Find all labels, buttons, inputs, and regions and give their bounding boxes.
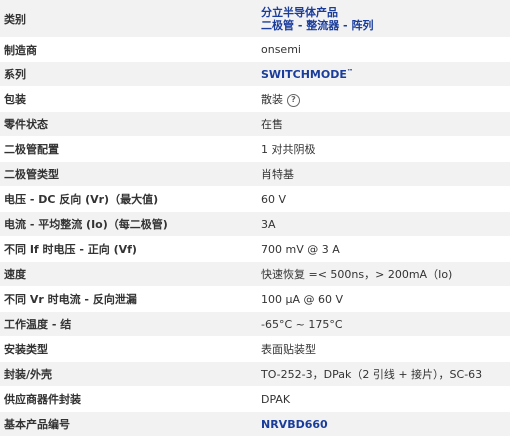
product-attributes-table: 类别 分立半导体产品 二极管 - 整流器 - 阵列 制造商 onsemi 系列 … <box>0 0 510 437</box>
attr-label: 类别 <box>4 12 26 26</box>
attr-value: 在售 <box>261 118 283 131</box>
attr-value: 100 µA @ 60 V <box>261 292 344 306</box>
attr-row-category: 类别 分立半导体产品 二极管 - 整流器 - 阵列 <box>0 0 510 38</box>
attr-label: 电流 - 平均整流 (Io)（每二极管) <box>4 218 168 231</box>
trademark-mark: ™ <box>346 67 353 75</box>
attr-row-voltage-forward: 不同 If 时电压 - 正向 (Vf) 700 mV @ 3 A <box>0 237 510 262</box>
attr-row-package-case: 封装/外壳 TO-252-3，DPak（2 引线 + 接片），SC-63 <box>0 362 510 387</box>
attr-label: 基本产品编号 <box>4 418 70 431</box>
attr-label: 二极管配置 <box>4 143 59 156</box>
attr-value: onsemi <box>261 43 301 56</box>
attr-row-supplier-package: 供应商器件封装 DPAK <box>0 387 510 412</box>
category-link[interactable]: 分立半导体产品 <box>261 6 510 19</box>
attr-value: -65°C ~ 175°C <box>261 317 343 331</box>
attr-label: 电压 - DC 反向 (Vr)（最大值) <box>4 193 159 206</box>
question-circle-icon[interactable]: ? <box>287 93 300 107</box>
attr-value: 60 V <box>261 192 287 206</box>
attr-label: 包装 <box>4 93 26 106</box>
attr-label: 系列 <box>4 68 26 81</box>
attr-row-reverse-leakage: 不同 Vr 时电流 - 反向泄漏 100 µA @ 60 V <box>0 287 510 312</box>
attr-row-operating-temp: 工作温度 - 结 -65°C ~ 175°C <box>0 312 510 337</box>
attr-label: 制造商 <box>4 43 37 57</box>
base-part-number-link[interactable]: NRVBD660 <box>261 418 328 431</box>
attr-row-series: 系列 SWITCHMODE™ <box>0 62 510 87</box>
attr-value: SWITCHMODE™ <box>258 68 510 81</box>
attr-value: 3A <box>261 217 276 231</box>
attr-value: 散装? <box>258 91 510 107</box>
attr-value: 快速恢复 =< 500ns，> 200mA（Io) <box>261 268 453 281</box>
attr-label: 工作温度 - 结 <box>4 318 72 331</box>
attr-value: DPAK <box>261 392 291 406</box>
attr-value: 1 对共阴极 <box>261 143 316 156</box>
attr-row-diode-type: 二极管类型 肖特基 <box>0 162 510 187</box>
packaging-value: 散装 <box>261 93 283 106</box>
attr-row-mounting-type: 安装类型 表面贴装型 <box>0 337 510 362</box>
attr-row-speed: 速度 快速恢复 =< 500ns，> 200mA（Io) <box>0 262 510 287</box>
attr-row-manufacturer: 制造商 onsemi <box>0 38 510 62</box>
attr-label: 不同 If 时电压 - 正向 (Vf) <box>4 243 137 256</box>
attr-value: 表面贴装型 <box>261 343 316 356</box>
attr-label: 速度 <box>4 268 26 281</box>
attr-value: 700 mV @ 3 A <box>261 242 340 256</box>
attr-row-diode-config: 二极管配置 1 对共阴极 <box>0 137 510 162</box>
attr-row-base-part-number: 基本产品编号 NRVBD660 <box>0 412 510 437</box>
attr-value: 分立半导体产品 二极管 - 整流器 - 阵列 <box>258 6 510 32</box>
attr-label: 供应商器件封装 <box>4 393 81 406</box>
attr-label: 安装类型 <box>4 343 48 356</box>
attr-value: TO-252-3，DPak（2 引线 + 接片），SC-63 <box>261 368 483 381</box>
attr-row-voltage-dc-reverse: 电压 - DC 反向 (Vr)（最大值) 60 V <box>0 187 510 212</box>
attr-label: 二极管类型 <box>4 168 59 181</box>
attr-row-packaging: 包装 散装? <box>0 87 510 112</box>
attr-label: 不同 Vr 时电流 - 反向泄漏 <box>4 293 137 306</box>
series-name: SWITCHMODE <box>261 67 347 81</box>
subcategory-link[interactable]: 二极管 - 整流器 - 阵列 <box>261 19 510 32</box>
attr-value: 肖特基 <box>261 168 294 181</box>
attr-value: NRVBD660 <box>258 418 510 431</box>
attr-label: 封装/外壳 <box>4 368 53 381</box>
attr-label: 零件状态 <box>4 118 48 131</box>
attr-row-part-status: 零件状态 在售 <box>0 112 510 137</box>
attr-row-current-avg-rectified: 电流 - 平均整流 (Io)（每二极管) 3A <box>0 212 510 237</box>
series-link[interactable]: SWITCHMODE™ <box>261 68 353 81</box>
